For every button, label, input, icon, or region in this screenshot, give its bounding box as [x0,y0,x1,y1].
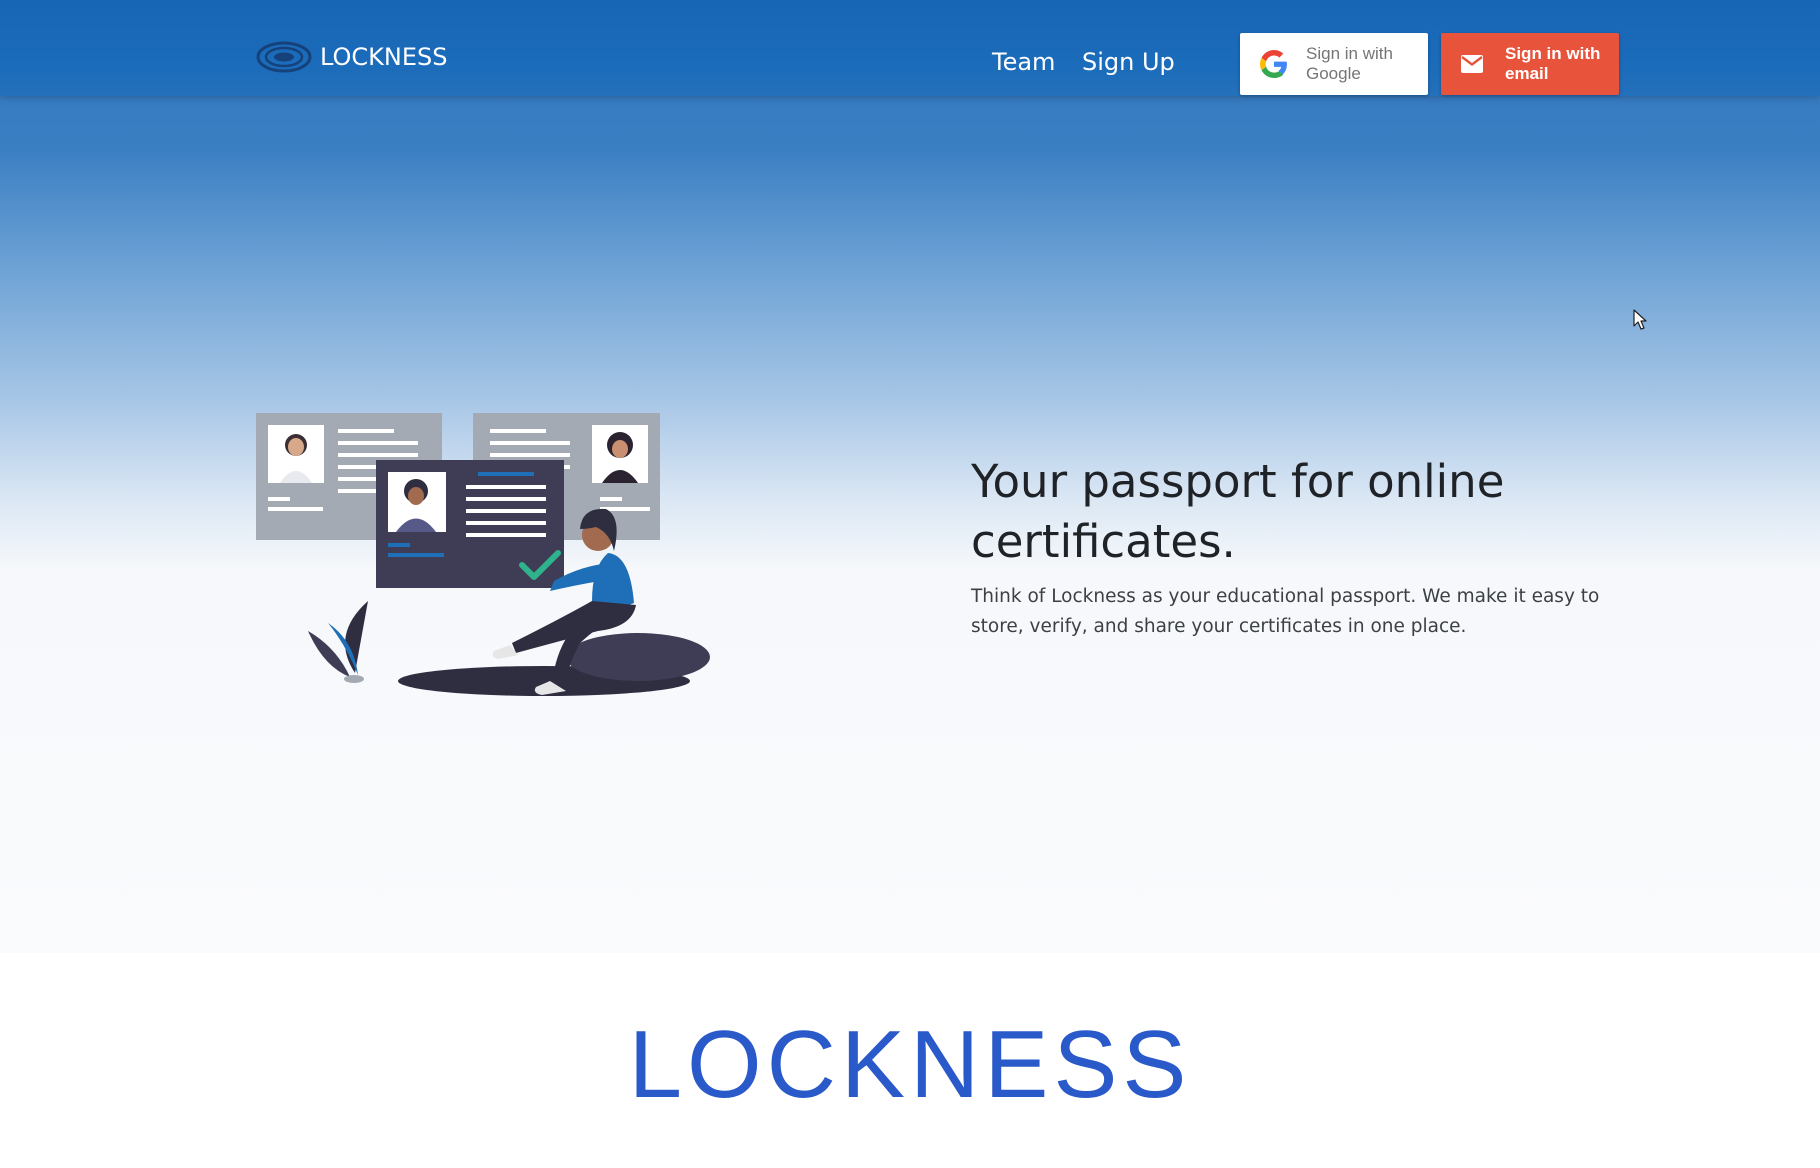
hero-description: Think of Lockness as your educational pa… [971,586,1600,637]
brand-name: LOCKNESS [320,43,448,71]
lockness-logo-icon [256,41,312,73]
sign-in-email-button[interactable]: Sign in with email [1441,33,1619,95]
person-reviewing-certificates-illustration [256,413,710,696]
navbar: LOCKNESS Team Sign Up Sign in with Googl… [0,0,1820,96]
mouse-pointer-icon [1633,309,1647,330]
sign-in-google-button[interactable]: Sign in with Google [1240,33,1428,95]
google-icon [1260,50,1287,78]
nav-link-team[interactable]: Team [992,48,1055,76]
sign-in-email-label: Sign in with email [1505,44,1601,83]
brand-link[interactable]: LOCKNESS [256,40,448,74]
sign-in-google-label: Sign in with Google [1306,44,1393,83]
mail-icon [1461,55,1483,73]
nav-link-sign-up[interactable]: Sign Up [1082,48,1175,76]
footer-brand-title: LOCKNESS [628,1011,1192,1118]
hero-title: Your passport for online certificates. [971,455,1505,568]
